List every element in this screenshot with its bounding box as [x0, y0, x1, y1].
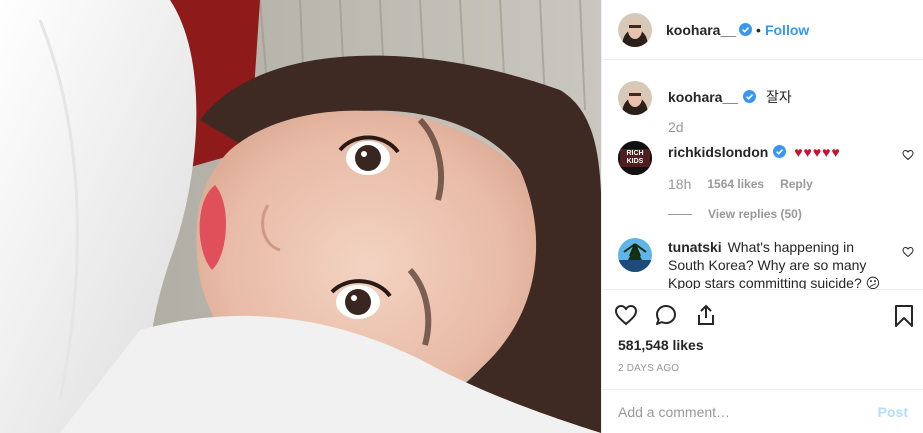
save-button[interactable] [888, 300, 920, 332]
bookmark-icon [895, 305, 913, 327]
post-side-panel: koohara__ • Follow koohara__ 잘자 2d RICH … [601, 0, 923, 433]
view-replies[interactable]: View replies (50) [668, 205, 918, 223]
comment-item: RICH KIDS richkidslondon ♥♥♥♥♥ 18h 1564 … [618, 141, 918, 223]
comment-time[interactable]: 18h [668, 175, 691, 193]
add-comment-bar: Post [602, 389, 923, 433]
comment-icon [656, 305, 676, 325]
heart-icon [614, 304, 638, 326]
comment-item: tunatski What's happening in South Korea… [618, 238, 918, 289]
comment-username[interactable]: koohara__ [668, 89, 738, 105]
comment-like-heart-icon[interactable] [902, 246, 914, 258]
post-photo[interactable] [0, 0, 601, 433]
post-comment-button[interactable]: Post [878, 404, 908, 420]
selfie-image [0, 0, 601, 433]
instagram-post: koohara__ • Follow koohara__ 잘자 2d RICH … [0, 0, 923, 433]
comment-button[interactable] [650, 299, 682, 331]
commenter-avatar[interactable] [618, 81, 652, 115]
comment-username[interactable]: richkidslondon [668, 144, 768, 160]
comments-list[interactable]: koohara__ 잘자 2d RICH KIDS richkidslondon… [602, 61, 923, 289]
post-header: koohara__ • Follow [602, 0, 923, 60]
share-icon [698, 304, 714, 325]
post-actions-section: 581,548 likes 2 DAYS AGO [602, 289, 923, 374]
comment-likes[interactable]: 1564 likes [707, 175, 764, 193]
commenter-avatar[interactable] [618, 238, 652, 272]
comment-text: 잘자 [765, 89, 792, 105]
author-username[interactable]: koohara__ [666, 22, 736, 38]
header-separator: • [756, 21, 761, 38]
comment-like-heart-icon[interactable] [902, 149, 914, 161]
follow-button[interactable]: Follow [765, 22, 809, 38]
verified-badge-icon [739, 23, 753, 36]
comment-username[interactable]: tunatski [668, 239, 722, 255]
post-timestamp[interactable]: 2 DAYS AGO [618, 363, 679, 374]
comment-input[interactable] [618, 403, 878, 420]
reply-button[interactable]: Reply [780, 175, 813, 193]
verified-badge-icon [773, 145, 787, 158]
like-button[interactable] [610, 299, 642, 331]
action-bar [602, 290, 923, 340]
comment-text: ♥♥♥♥♥ [794, 144, 841, 160]
verified-badge-icon [743, 90, 757, 103]
caption-comment: koohara__ 잘자 2d [618, 81, 918, 136]
author-avatar[interactable] [618, 12, 652, 47]
avatar-logo-text: RICH KIDS [626, 150, 644, 165]
view-replies-label[interactable]: View replies (50) [708, 205, 802, 223]
commenter-avatar[interactable]: RICH KIDS [618, 141, 652, 175]
likes-count[interactable]: 581,548 likes [618, 337, 704, 353]
replies-divider [668, 213, 692, 215]
comment-time[interactable]: 2d [668, 118, 684, 136]
share-button[interactable] [690, 299, 722, 331]
